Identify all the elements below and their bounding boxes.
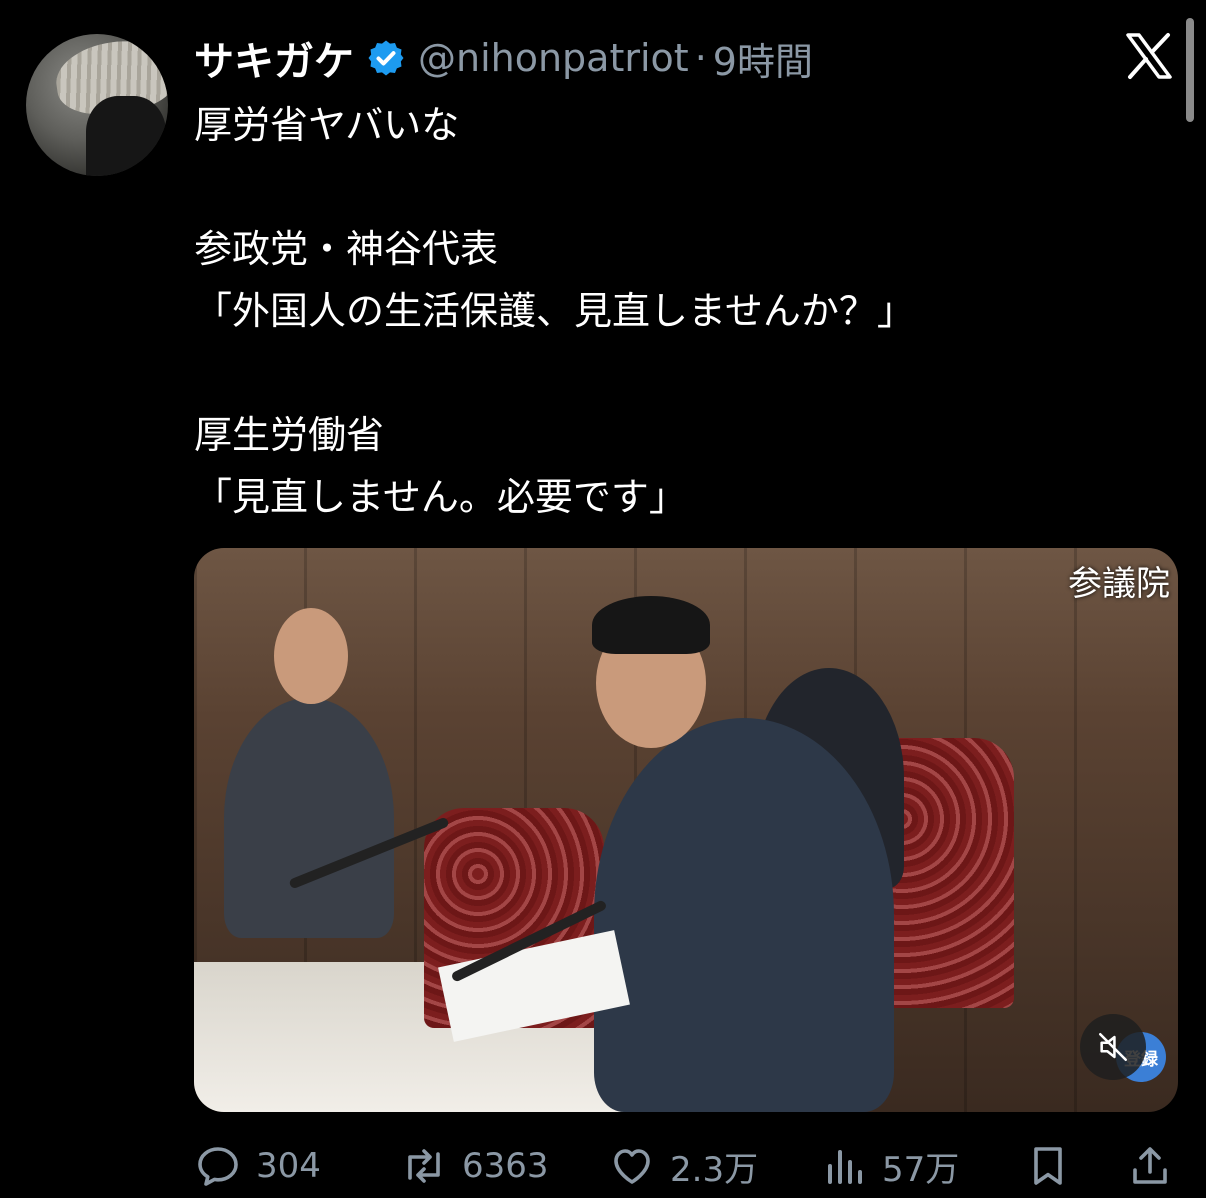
video-person-head: [274, 608, 348, 704]
video-person: [224, 698, 394, 938]
share-icon: [1133, 1147, 1167, 1184]
timestamp[interactable]: 9時間: [713, 31, 813, 86]
tweet-line-4: 「外国人の生活保護、見直しませんか？」: [194, 289, 915, 333]
avatar-figure: [86, 96, 166, 176]
verified-badge-icon: [368, 40, 404, 76]
repost-icon: [408, 1149, 440, 1183]
bookmark-icon: [1034, 1147, 1062, 1185]
view-count: 57万: [882, 1149, 960, 1190]
video-speaker-hair: [592, 596, 710, 654]
bookmark-button[interactable]: [1024, 1138, 1072, 1194]
views-icon: [828, 1150, 862, 1184]
like-icon: [614, 1149, 650, 1184]
video-speaker: [594, 718, 894, 1112]
video-watermark: 参議院: [1068, 564, 1170, 604]
video-player[interactable]: 参議院 登録: [194, 548, 1178, 1112]
scrollbar[interactable]: [1186, 18, 1194, 122]
tweet-line-6: 厚生労働省: [194, 413, 385, 457]
tweet-text: 厚労省ヤバいな 参政党・神谷代表 「外国人の生活保護、見直しませんか？」 厚生労…: [194, 94, 1174, 528]
x-logo-icon[interactable]: [1124, 32, 1174, 80]
separator: ·: [694, 36, 707, 80]
like-button[interactable]: 2.3万: [608, 1138, 758, 1194]
action-bar: 304 6363 2.3万 57万: [194, 1138, 1184, 1194]
share-button[interactable]: [1126, 1138, 1174, 1194]
tweet-line-7: 「見直しません。必要です」: [194, 475, 687, 519]
mute-button[interactable]: [1080, 1014, 1146, 1080]
repost-button[interactable]: 6363: [400, 1138, 549, 1194]
author-handle[interactable]: @nihonpatriot: [418, 36, 689, 80]
tweet-line-1: 厚労省ヤバいな: [194, 103, 460, 147]
like-count: 2.3万: [670, 1149, 759, 1190]
tweet-line-3: 参政党・神谷代表: [194, 227, 499, 271]
reply-icon: [198, 1147, 238, 1186]
speaker-muted-icon: [1098, 1032, 1128, 1062]
reply-count: 304: [256, 1146, 321, 1186]
repost-count: 6363: [462, 1146, 549, 1186]
avatar[interactable]: [26, 34, 168, 176]
reply-button[interactable]: 304: [194, 1138, 321, 1194]
views-button[interactable]: 57万: [820, 1138, 959, 1194]
tweet-header: サキガケ @nihonpatriot · 9時間: [194, 30, 813, 86]
author-name[interactable]: サキガケ: [194, 29, 354, 87]
